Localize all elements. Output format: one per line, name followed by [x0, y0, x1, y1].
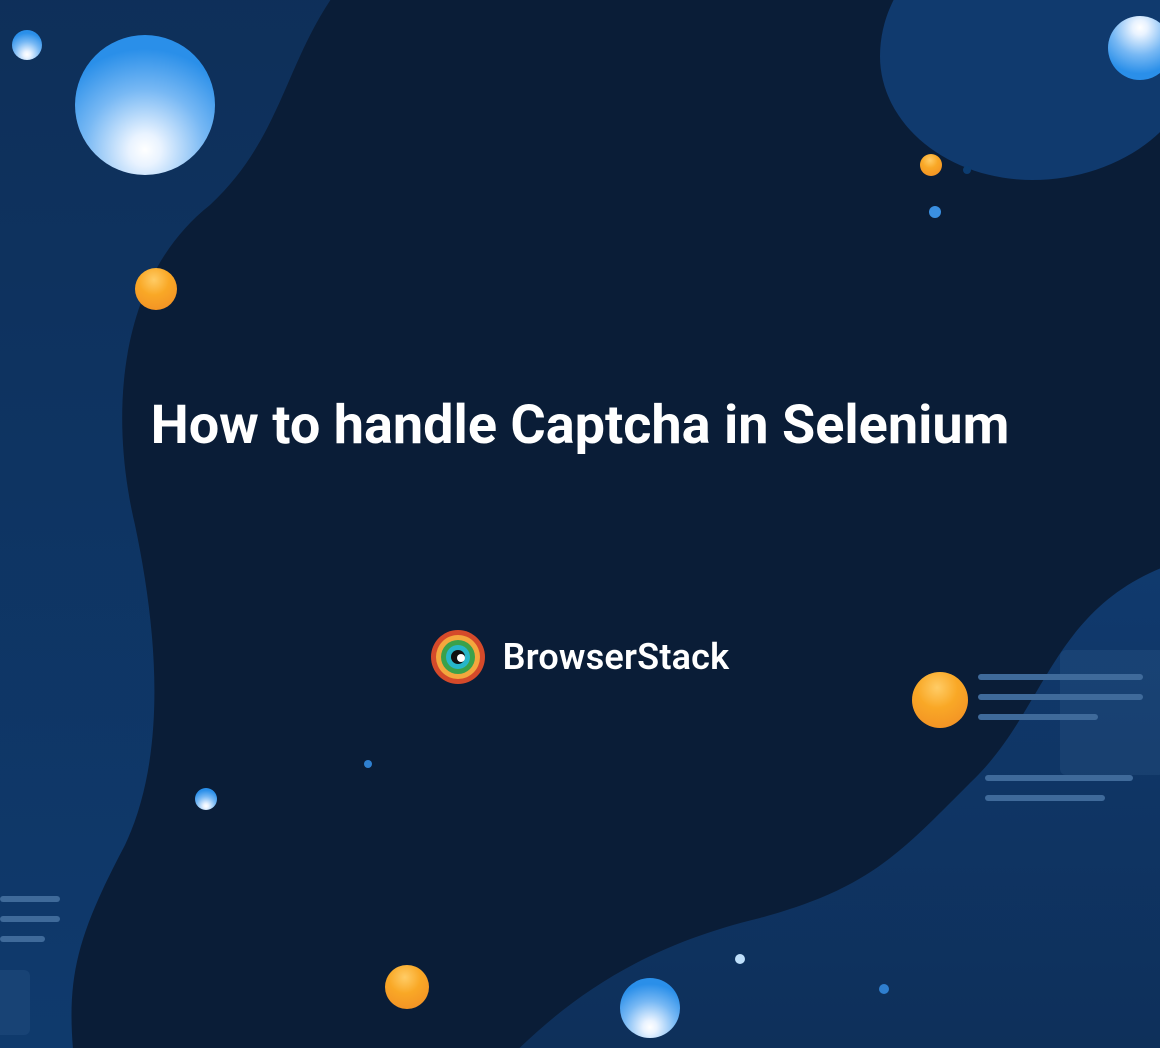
decor-circle-icon: [135, 268, 177, 310]
decor-dot-icon: [735, 954, 745, 964]
bg-shape-left: [0, 0, 400, 1048]
decor-dot-icon: [364, 760, 372, 768]
brand-row: BrowserStack: [0, 630, 1160, 684]
decor-circle-icon: [75, 35, 215, 175]
decor-circle-icon: [12, 30, 42, 60]
decor-dot-icon: [929, 206, 941, 218]
decor-dot-icon: [963, 166, 971, 174]
decor-circle-icon: [620, 978, 680, 1038]
decor-circle-icon: [195, 788, 217, 810]
browserstack-logo-icon: [431, 630, 485, 684]
decor-circle-icon: [920, 154, 942, 176]
decor-circle-icon: [385, 965, 429, 1009]
page-title: How to handle Captcha in Selenium: [0, 390, 1160, 463]
decor-dot-icon: [879, 984, 889, 994]
decor-lines: [985, 775, 1140, 815]
decor-card: [0, 970, 30, 1035]
brand-name: BrowserStack: [503, 636, 730, 678]
decor-lines: [0, 896, 60, 956]
promo-graphic: How to handle Captcha in Selenium Browse…: [0, 0, 1160, 1048]
